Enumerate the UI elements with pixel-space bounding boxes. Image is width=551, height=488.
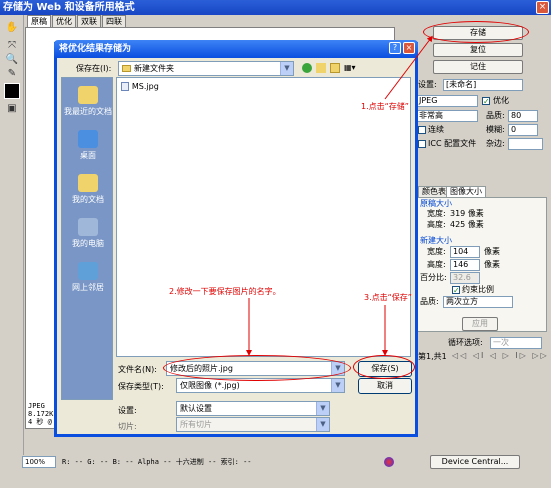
annotation-arrows bbox=[246, 35, 433, 356]
arrow-step1 bbox=[384, 35, 433, 100]
